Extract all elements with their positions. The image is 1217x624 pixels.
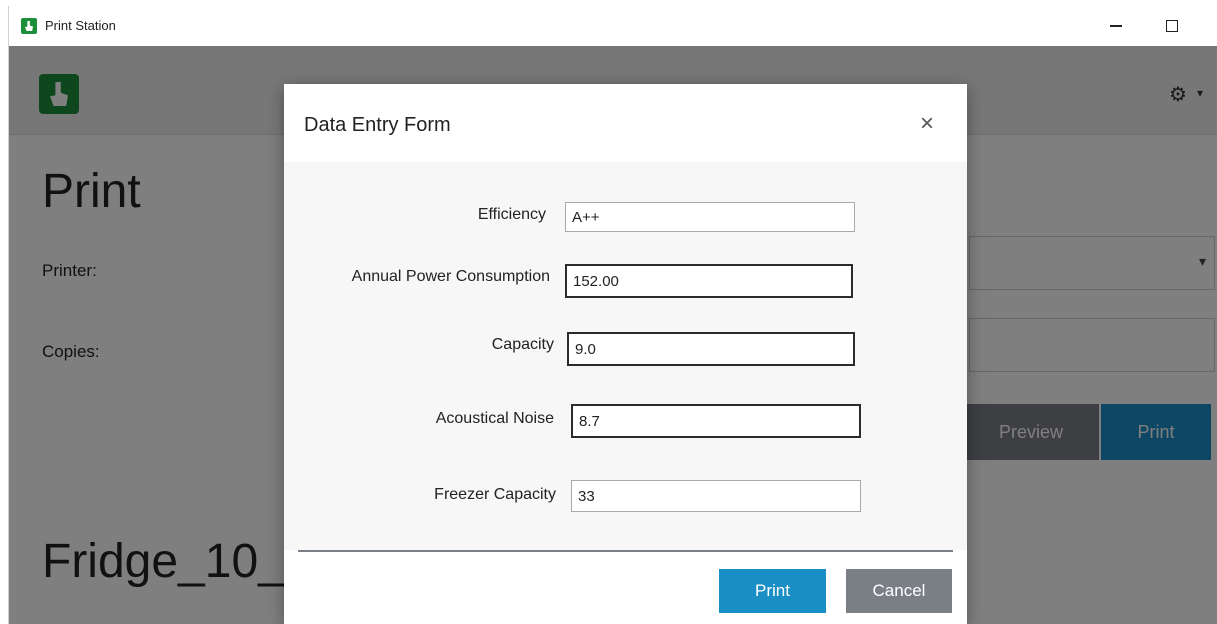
annual-power-consumption-input[interactable] bbox=[565, 264, 853, 298]
dialog-title: Data Entry Form bbox=[304, 114, 451, 136]
freezer-capacity-input[interactable] bbox=[571, 480, 861, 512]
efficiency-input[interactable] bbox=[565, 202, 855, 232]
annual-power-consumption-label: Annual Power Consumption bbox=[351, 268, 550, 285]
data-entry-dialog: Data Entry Form × Efficiency Annual Powe… bbox=[284, 84, 967, 624]
window-title: Print Station bbox=[45, 18, 116, 33]
maximize-button[interactable] bbox=[1157, 12, 1187, 40]
acoustical-noise-label: Acoustical Noise bbox=[435, 410, 554, 427]
dialog-footer: Print Cancel bbox=[284, 552, 967, 624]
capacity-label: Capacity bbox=[491, 336, 554, 353]
close-icon[interactable]: × bbox=[920, 110, 934, 138]
freezer-capacity-label: Freezer Capacity bbox=[434, 486, 556, 503]
dialog-header: Data Entry Form × bbox=[284, 84, 967, 163]
dialog-print-button[interactable]: Print bbox=[719, 569, 826, 613]
minimize-button[interactable] bbox=[1101, 12, 1131, 40]
efficiency-label: Efficiency bbox=[477, 206, 546, 223]
capacity-input[interactable] bbox=[567, 332, 855, 366]
title-bar: Print Station bbox=[9, 6, 1217, 46]
maximize-icon bbox=[1166, 19, 1178, 32]
app-logo-icon bbox=[21, 18, 37, 34]
dialog-cancel-button[interactable]: Cancel bbox=[846, 569, 952, 613]
dialog-body: Efficiency Annual Power Consumption Capa… bbox=[284, 162, 967, 550]
acoustical-noise-input[interactable] bbox=[571, 404, 861, 438]
minimize-icon bbox=[1110, 24, 1122, 27]
